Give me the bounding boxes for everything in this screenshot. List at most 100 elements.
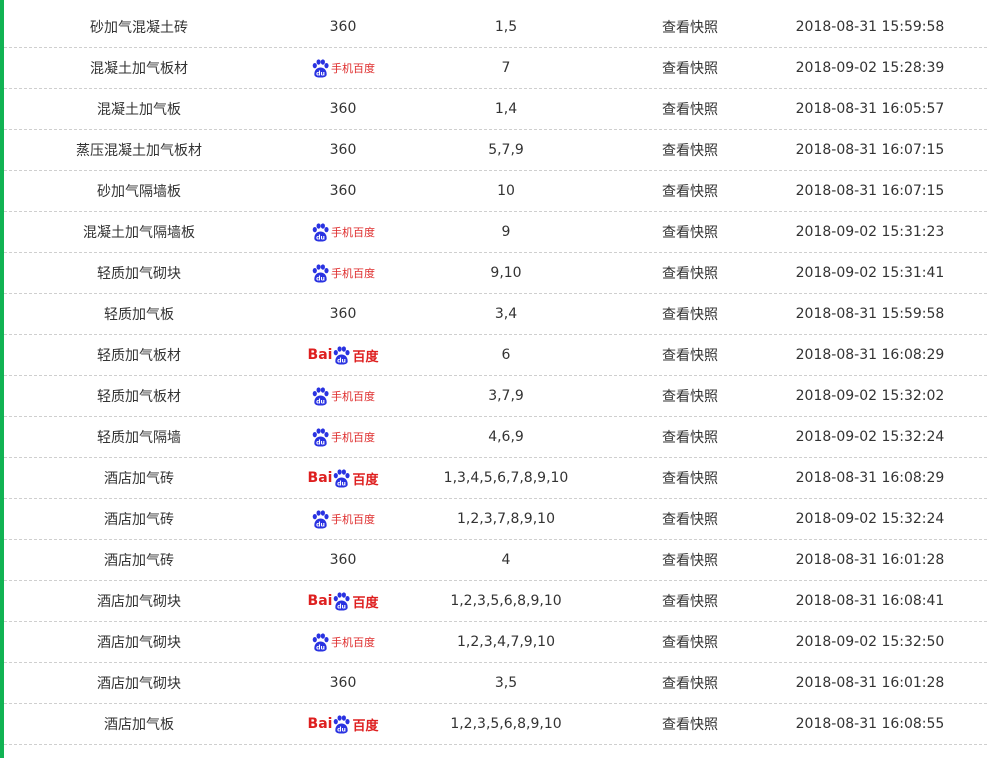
rank-positions-cell: 9,10 (490, 265, 522, 281)
rank-positions-cell: 3,7,9 (488, 388, 524, 404)
table-row: 酒店加气砖 360 4 查看快照 2018-08-31 16:01:28 (4, 540, 987, 581)
rank-positions-cell: 4,6,9 (488, 429, 524, 445)
engine-360-label: 360 (329, 142, 357, 158)
engine-cell: du 手机百度 (274, 426, 412, 448)
engine-label: 百度 (352, 718, 379, 734)
baidu-paw-icon: du (312, 509, 329, 529)
engine-360-label: 360 (329, 183, 357, 199)
rank-positions-cell: 1,2,3,4,7,9,10 (457, 634, 555, 650)
engine-cell: du 手机百度 (274, 57, 412, 79)
baidu-logo-text-bai: Bai (307, 716, 333, 732)
timestamp-cell: 2018-09-02 15:31:23 (795, 224, 945, 240)
baidu-paw-icon: du (334, 591, 351, 611)
keyword-cell: 酒店加气砌块 (97, 635, 181, 651)
keyword-cell: 轻质加气板材 (97, 348, 181, 364)
svg-text:du: du (338, 603, 347, 610)
table-row: 轻质加气板材 Bai du 百度 6 查看快照 2018-08-31 16:08:29 (4, 335, 987, 376)
timestamp-cell: 2018-09-02 15:31:41 (795, 265, 945, 281)
engine-cell: du 手机百度 (274, 631, 412, 653)
baidu-paw-icon: du (334, 468, 351, 488)
table-row: 蒸压混凝土加气板材 360 5,7,9 查看快照 2018-08-31 16:07:15 (4, 130, 987, 171)
keyword-cell: 轻质加气隔墙 (97, 430, 181, 446)
svg-text:du: du (338, 726, 347, 733)
view-snapshot-link[interactable]: 查看快照 (600, 58, 780, 78)
baidu-mobile-logo: du 手机百度 (311, 221, 375, 243)
view-snapshot-link[interactable]: 查看快照 (600, 427, 780, 447)
timestamp-cell: 2018-08-31 16:08:29 (795, 470, 945, 486)
keyword-cell: 蒸压混凝土加气板材 (76, 143, 202, 159)
view-snapshot-link[interactable]: 查看快照 (600, 673, 780, 693)
baidu-paw-icon: du (312, 222, 329, 242)
table-row: 酒店加气砌块 du 手机百度 1,2,3,4,7,9,10 查看快照 2018-09-… (4, 622, 987, 663)
engine-cell: 360 (274, 19, 412, 35)
keyword-cell: 酒店加气板 (104, 717, 174, 733)
view-snapshot-link[interactable]: 查看快照 (600, 304, 780, 324)
baidu-logo: Bai du 百度 (307, 344, 378, 366)
engine-label: 手机百度 (331, 390, 375, 403)
view-snapshot-link[interactable]: 查看快照 (600, 550, 780, 570)
view-snapshot-link[interactable]: 查看快照 (600, 345, 780, 365)
engine-cell: Bai du 百度 (274, 467, 412, 489)
baidu-mobile-logo: du 手机百度 (311, 631, 375, 653)
engine-label: 手机百度 (331, 267, 375, 280)
timestamp-cell: 2018-08-31 16:07:15 (795, 142, 945, 158)
table-row: 酒店加气砌块 Bai du 百度 1,2,3,5,6,8,9,10 查看快照 2018-… (4, 581, 987, 622)
svg-text:du: du (316, 234, 325, 241)
rank-positions-cell: 7 (501, 60, 511, 76)
view-snapshot-link[interactable]: 查看快照 (600, 140, 780, 160)
timestamp-cell: 2018-08-31 16:05:57 (795, 101, 945, 117)
rank-positions-cell: 6 (501, 347, 511, 363)
view-snapshot-link[interactable]: 查看快照 (600, 632, 780, 652)
engine-360-label: 360 (329, 306, 357, 322)
keyword-cell: 混凝土加气隔墙板 (83, 225, 195, 241)
engine-label: 手机百度 (331, 431, 375, 444)
engine-cell: Bai du 百度 (274, 590, 412, 612)
timestamp-cell: 2018-08-31 16:08:55 (795, 716, 945, 732)
table-row: 酒店加气板 Bai du 百度 1,2,3,5,6,8,9,10 查看快照 2018-0… (4, 704, 987, 745)
engine-cell: 360 (274, 142, 412, 158)
engine-label: 手机百度 (331, 636, 375, 649)
timestamp-cell: 2018-09-02 15:28:39 (795, 60, 945, 76)
timestamp-cell: 2018-08-31 15:59:58 (795, 306, 945, 322)
engine-360-label: 360 (329, 675, 357, 691)
engine-cell: du 手机百度 (274, 508, 412, 530)
rank-positions-cell: 10 (497, 183, 515, 199)
table-row: 轻质加气板 360 3,4 查看快照 2018-08-31 15:59:58 (4, 294, 987, 335)
view-snapshot-link[interactable]: 查看快照 (600, 222, 780, 242)
table-row: 轻质加气板材 du 手机百度 3,7,9 查看快照 2018-09-02 15:32:… (4, 376, 987, 417)
view-snapshot-link[interactable]: 查看快照 (600, 181, 780, 201)
timestamp-cell: 2018-08-31 16:01:28 (795, 552, 945, 568)
table-row: 混凝土加气板材 du 手机百度 7 查看快照 2018-09-02 15:28:39 (4, 48, 987, 89)
rank-positions-cell: 9 (501, 224, 511, 240)
keyword-cell: 轻质加气砌块 (97, 266, 181, 282)
timestamp-cell: 2018-09-02 15:32:24 (795, 511, 945, 527)
view-snapshot-link[interactable]: 查看快照 (600, 386, 780, 406)
rank-positions-cell: 1,3,4,5,6,7,8,9,10 (443, 470, 569, 486)
timestamp-cell: 2018-08-31 16:01:28 (795, 675, 945, 691)
baidu-logo-text-bai: Bai (307, 347, 333, 363)
keyword-cell: 混凝土加气板 (97, 102, 181, 118)
rank-positions-cell: 1,2,3,5,6,8,9,10 (450, 716, 562, 732)
baidu-paw-icon: du (334, 714, 351, 734)
keyword-cell: 酒店加气砌块 (97, 676, 181, 692)
view-snapshot-link[interactable]: 查看快照 (600, 509, 780, 529)
engine-cell: Bai du 百度 (274, 344, 412, 366)
view-snapshot-link[interactable]: 查看快照 (600, 591, 780, 611)
view-snapshot-link[interactable]: 查看快照 (600, 99, 780, 119)
view-snapshot-link[interactable]: 查看快照 (600, 468, 780, 488)
view-snapshot-link[interactable]: 查看快照 (600, 17, 780, 37)
engine-label: 百度 (352, 472, 379, 488)
table-row: 轻质加气隔墙 du 手机百度 4,6,9 查看快照 2018-09-02 15:32:… (4, 417, 987, 458)
view-snapshot-link[interactable]: 查看快照 (600, 714, 780, 734)
baidu-paw-icon: du (312, 427, 329, 447)
engine-label: 手机百度 (331, 513, 375, 526)
keyword-cell: 轻质加气板 (104, 307, 174, 323)
timestamp-cell: 2018-09-02 15:32:50 (795, 634, 945, 650)
table-row: 酒店加气砖 Bai du 百度 1,3,4,5,6,7,8,9,10 查看快照 2018… (4, 458, 987, 499)
svg-text:du: du (316, 644, 325, 651)
baidu-logo-text-bai: Bai (307, 470, 333, 486)
baidu-logo: Bai du 百度 (307, 467, 379, 489)
view-snapshot-link[interactable]: 查看快照 (600, 263, 780, 283)
table-row: 酒店加气砌块 360 3,5 查看快照 2018-08-31 16:01:28 (4, 663, 987, 704)
engine-cell: 360 (274, 675, 412, 691)
